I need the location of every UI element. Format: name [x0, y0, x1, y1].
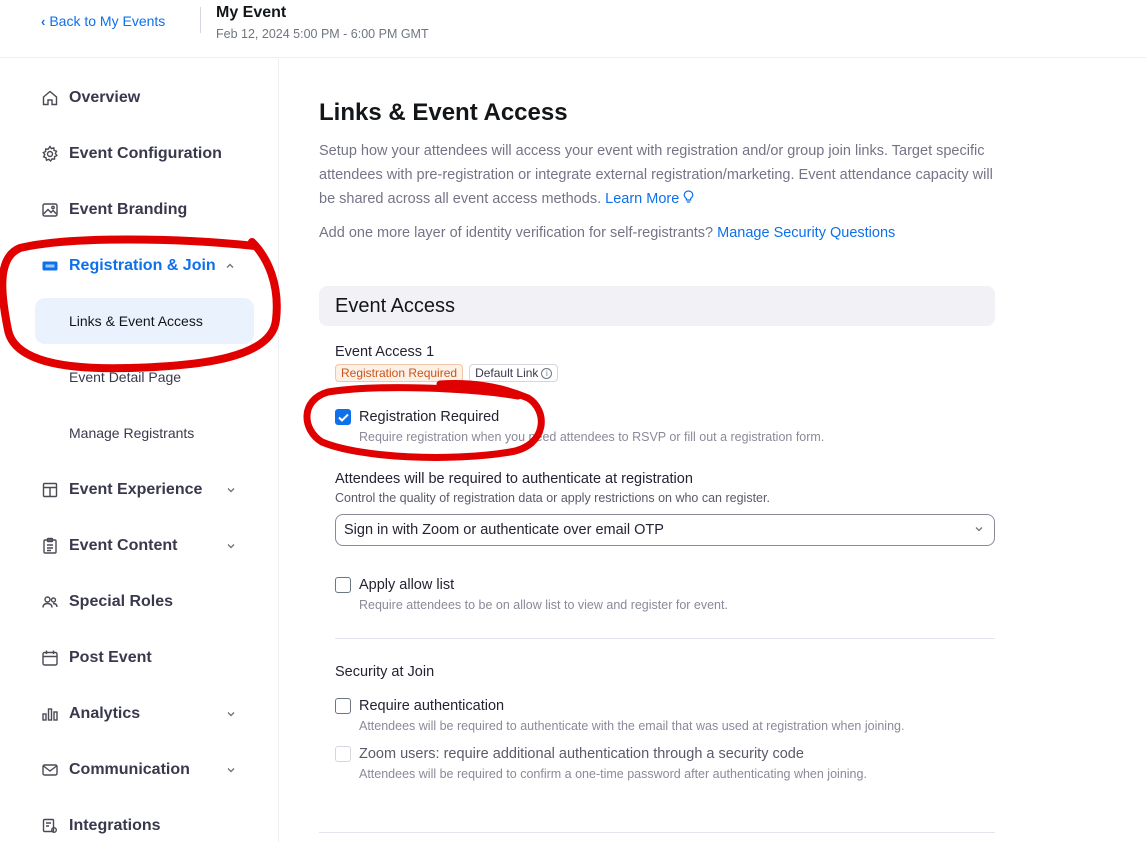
- sidebar-item-overview[interactable]: Overview: [35, 80, 275, 116]
- sidebar-item-label: Event Experience: [69, 481, 203, 498]
- sidebar-subitem-manage-registrants[interactable]: Manage Registrants: [35, 410, 254, 456]
- back-link-label: Back to My Events: [49, 13, 166, 29]
- mail-icon: [40, 760, 60, 780]
- image-icon: [40, 200, 60, 220]
- learn-more-link[interactable]: Learn More: [605, 190, 694, 207]
- sidebar-item-analytics[interactable]: Analytics: [35, 696, 275, 732]
- event-title: My Event: [216, 4, 287, 21]
- sidebar-item-label: Post Event: [69, 649, 152, 666]
- event-access-section-header: Event Access: [319, 286, 995, 326]
- calendar-icon: [40, 648, 60, 668]
- sidebar-item-event-experience[interactable]: Event Experience: [35, 472, 275, 508]
- allow-list-label: Apply allow list: [359, 577, 455, 593]
- back-to-events-link[interactable]: ‹ Back to My Events: [41, 13, 165, 29]
- chevron-down-icon: [225, 764, 237, 776]
- auth-registration-sublabel: Control the quality of registration data…: [335, 491, 770, 505]
- registration-required-badge: Registration Required: [335, 364, 464, 382]
- bottom-divider: [319, 832, 995, 833]
- chevron-up-icon: [224, 260, 236, 272]
- event-access-label: Event Access 1: [335, 344, 435, 360]
- registration-required-label: Registration Required: [359, 409, 500, 425]
- sidebar-item-event-branding[interactable]: Event Branding: [35, 192, 275, 228]
- gear-icon: [40, 144, 60, 164]
- require-authentication-label: Require authentication: [359, 698, 505, 714]
- sidebar-subitem-event-detail-page[interactable]: Event Detail Page: [35, 354, 254, 400]
- zoom-users-security-code-label: Zoom users: require additional authentic…: [359, 746, 804, 762]
- sidebar-item-label: Communication: [69, 761, 190, 778]
- top-bar: ‹ Back to My Events My Event Feb 12, 202…: [0, 0, 1146, 58]
- zoom-users-security-code-help: Attendees will be required to confirm a …: [359, 767, 867, 781]
- sidebar-subitem-label: Manage Registrants: [69, 425, 195, 441]
- sidebar-item-special-roles[interactable]: Special Roles: [35, 584, 275, 620]
- sidebar-item-communication[interactable]: Communication: [35, 752, 275, 788]
- auth-method-select[interactable]: Sign in with Zoom or authenticate over e…: [335, 514, 995, 546]
- chevron-left-icon: ‹: [41, 13, 46, 29]
- allow-list-checkbox[interactable]: [335, 577, 351, 593]
- default-link-label: Default Link: [475, 366, 539, 380]
- registration-required-help: Require registration when you need atten…: [359, 430, 825, 444]
- ticket-icon: [40, 256, 60, 276]
- sidebar-item-label: Event Configuration: [69, 145, 222, 162]
- info-icon[interactable]: i: [541, 367, 553, 379]
- checkmark-icon: [337, 413, 349, 422]
- security-questions-prompt: Add one more layer of identity verificat…: [319, 225, 895, 241]
- integrations-icon: [40, 816, 60, 836]
- page-title: Links & Event Access: [319, 99, 568, 126]
- chevron-down-icon: [225, 708, 237, 720]
- clipboard-icon: [40, 536, 60, 556]
- sidebar-item-event-configuration[interactable]: Event Configuration: [35, 136, 275, 172]
- bar-chart-icon: [40, 704, 60, 724]
- sidebar-subitem-label: Event Detail Page: [69, 369, 182, 385]
- chevron-down-icon: [974, 524, 984, 537]
- sidebar-item-label: Event Content: [69, 537, 178, 554]
- require-authentication-help: Attendees will be required to authentica…: [359, 719, 905, 733]
- allow-list-help: Require attendees to be on allow list to…: [359, 598, 728, 612]
- header-divider: [200, 7, 201, 33]
- chevron-down-icon: [225, 540, 237, 552]
- sidebar-item-post-event[interactable]: Post Event: [35, 640, 275, 676]
- layout-icon: [40, 480, 60, 500]
- sidebar-item-label: Registration & Join: [69, 257, 216, 274]
- lightbulb-icon: [683, 187, 694, 211]
- require-authentication-checkbox[interactable]: [335, 698, 351, 714]
- zoom-users-security-code-option: Zoom users: require additional authentic…: [335, 744, 867, 781]
- sidebar-subitem-label: Links & Event Access: [69, 313, 203, 329]
- chevron-down-icon: [225, 484, 237, 496]
- verify-text: Add one more layer of identity verificat…: [319, 225, 714, 241]
- section-title: Event Access: [335, 294, 456, 317]
- sidebar-subitem-links-event-access[interactable]: Links & Event Access: [35, 298, 254, 344]
- sidebar-item-registration-join[interactable]: Registration & Join: [35, 248, 275, 284]
- sidebar-item-event-content[interactable]: Event Content: [35, 528, 275, 564]
- manage-security-questions-link[interactable]: Manage Security Questions: [717, 225, 895, 241]
- access-badges: Registration Required Default Link i: [335, 364, 559, 382]
- learn-more-label: Learn More: [605, 191, 680, 207]
- people-icon: [40, 592, 60, 612]
- security-at-join-label: Security at Join: [335, 664, 435, 680]
- section-divider: [335, 638, 995, 639]
- default-link-badge: Default Link i: [469, 364, 559, 382]
- auth-method-value: Sign in with Zoom or authenticate over e…: [344, 522, 664, 538]
- event-date: Feb 12, 2024 5:00 PM - 6:00 PM GMT: [216, 27, 429, 41]
- sidebar-item-label: Event Branding: [69, 201, 188, 218]
- allow-list-option: Apply allow list Require attendees to be…: [335, 575, 728, 612]
- require-authentication-option: Require authentication Attendees will be…: [335, 696, 904, 733]
- zoom-users-security-code-checkbox: [335, 746, 351, 762]
- registration-required-checkbox[interactable]: [335, 409, 351, 425]
- sidebar-item-label: Analytics: [69, 705, 141, 722]
- sidebar-item-label: Special Roles: [69, 593, 174, 610]
- auth-registration-label: Attendees will be required to authentica…: [335, 471, 693, 487]
- sidebar-nav: Overview Event Configuration Event Brand…: [35, 59, 279, 842]
- home-icon: [40, 88, 60, 108]
- sidebar-item-label: Integrations: [69, 817, 161, 834]
- sidebar-item-integrations[interactable]: Integrations: [35, 808, 275, 842]
- registration-required-option: Registration Required Require registrati…: [335, 407, 824, 444]
- sidebar-item-label: Overview: [69, 89, 141, 106]
- page-description: Setup how your attendees will access you…: [319, 139, 1009, 211]
